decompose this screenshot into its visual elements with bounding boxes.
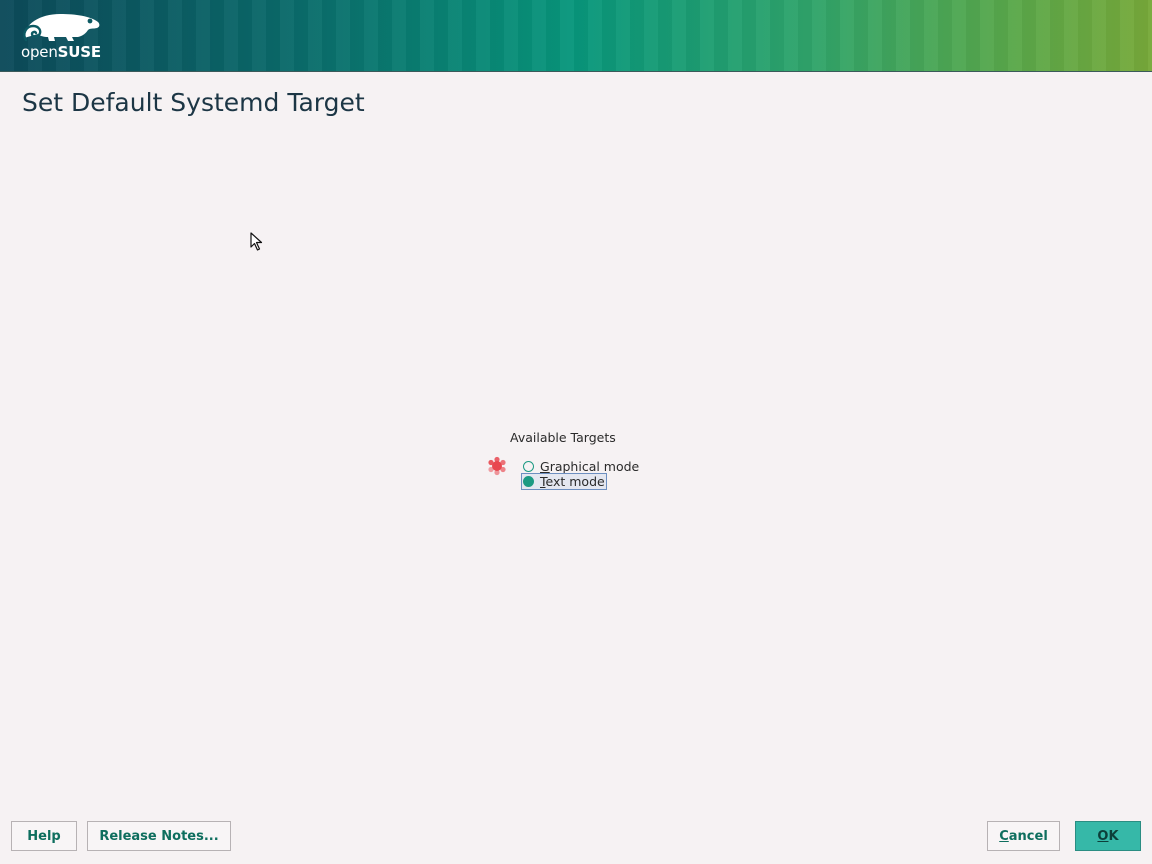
radio-label-text: Text mode bbox=[540, 474, 605, 489]
radio-button-checked[interactable] bbox=[523, 476, 534, 487]
arrow-cursor-icon bbox=[250, 232, 263, 251]
busy-spinner-icon bbox=[488, 456, 506, 476]
opensuse-logo: openSUSE bbox=[20, 10, 104, 64]
chameleon-icon bbox=[23, 14, 100, 42]
page-title: Set Default Systemd Target bbox=[22, 88, 365, 117]
logo-wordmark: openSUSE bbox=[21, 43, 101, 61]
ok-button[interactable]: OK bbox=[1075, 821, 1141, 851]
release-notes-button[interactable]: Release Notes... bbox=[87, 821, 231, 851]
header-banner: openSUSE bbox=[0, 0, 1152, 72]
radio-graphical-mode[interactable]: Graphical mode bbox=[522, 459, 639, 474]
cancel-button[interactable]: Cancel bbox=[987, 821, 1060, 851]
radio-text-mode[interactable]: Text mode bbox=[521, 473, 607, 490]
available-targets-label: Available Targets bbox=[510, 430, 616, 445]
help-button[interactable]: Help bbox=[11, 821, 77, 851]
radio-label-graphical: Graphical mode bbox=[540, 459, 640, 474]
radio-button-unchecked[interactable] bbox=[523, 461, 534, 472]
header-pattern bbox=[0, 0, 1152, 71]
